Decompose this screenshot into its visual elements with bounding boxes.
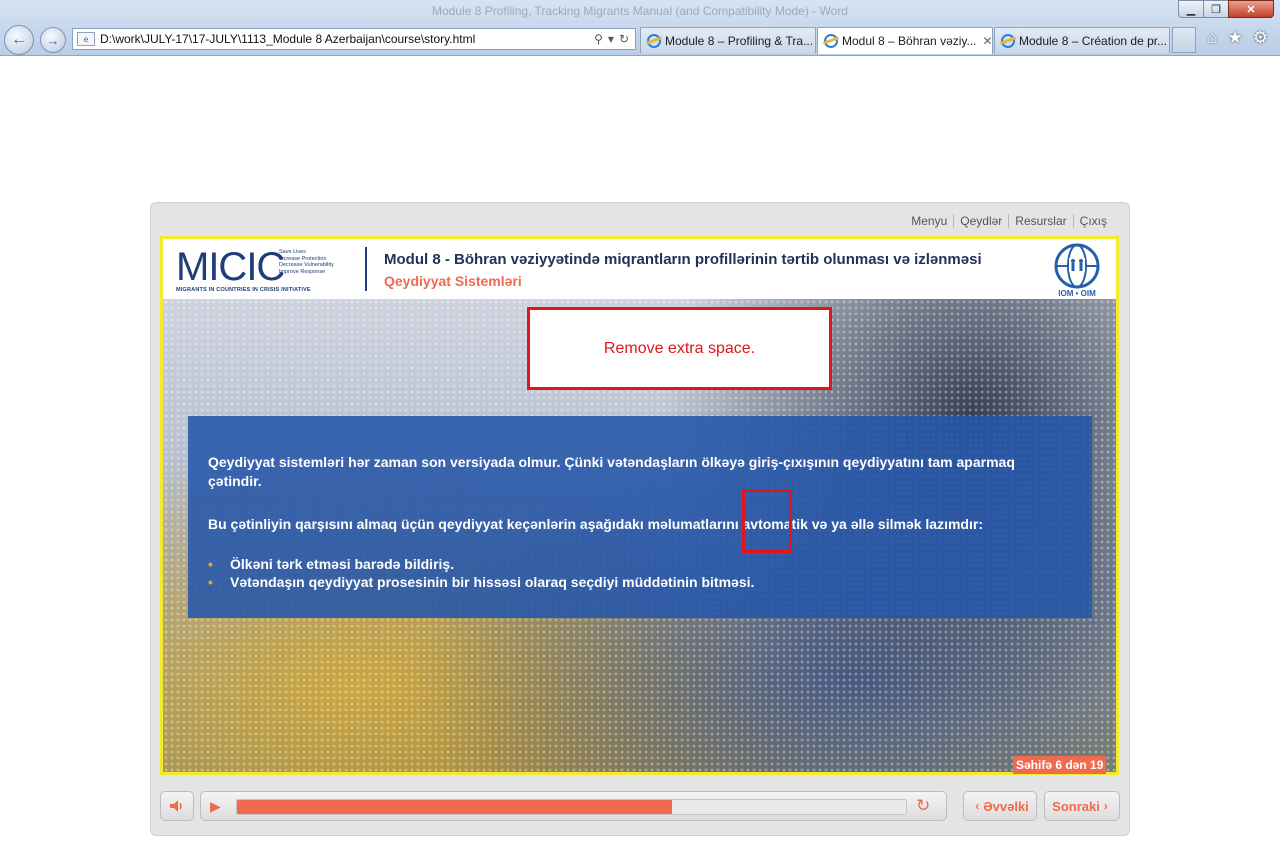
chevron-right-icon: › xyxy=(1103,799,1108,813)
close-button[interactable]: ✕ xyxy=(1228,0,1274,18)
play-button[interactable]: ▶ xyxy=(210,798,221,815)
micic-logo: MICIC Save Lives Increase Protection Dec… xyxy=(176,246,344,294)
slide-header: MICIC Save Lives Increase Protection Dec… xyxy=(163,239,1116,299)
title-bar: Module 8 Profiling, Tracking Migrants Ma… xyxy=(0,0,1280,22)
next-button[interactable]: Sonraki › xyxy=(1044,791,1120,821)
dropdown-icon[interactable]: ▾ xyxy=(608,32,614,46)
menu-item-cixis[interactable]: Çıxış xyxy=(1072,214,1113,228)
tab-close-icon[interactable]: ✕ xyxy=(983,34,992,48)
ie-icon xyxy=(647,33,661,48)
window-controls: ▁ ❐ ✕ xyxy=(1178,0,1274,18)
next-label: Sonraki xyxy=(1052,798,1100,814)
browser-tools: ⌂ ★ ⚙ xyxy=(1207,28,1268,48)
progress-track[interactable] xyxy=(236,799,907,815)
navigation-bar: ← → e D:\work\JULY-17\17-JULY\1113_Modul… xyxy=(0,24,1280,55)
bullet-icon: • xyxy=(208,574,213,590)
back-button[interactable]: ← xyxy=(4,25,34,55)
ie-icon xyxy=(824,34,838,48)
tab-creation[interactable]: Module 8 – Création de pr... xyxy=(994,27,1170,53)
micic-tagline: Save Lives Increase Protection Decrease … xyxy=(279,249,334,275)
address-tools: ⚲ ▾ ↻ xyxy=(594,32,629,46)
tab-label: Module 8 – Création de pr... xyxy=(1019,33,1168,48)
restore-button[interactable]: ❐ xyxy=(1203,0,1229,18)
review-comment-text: Remove extra space. xyxy=(603,339,756,357)
micic-subtitle: MIGRANTS IN COUNTRIES IN CRISIS INITIATI… xyxy=(176,287,311,293)
header-divider xyxy=(365,247,367,291)
paragraph-1: Qeydiyyat sistemləri hər zaman son versi… xyxy=(208,454,1015,489)
window-title: Module 8 Profiling, Tracking Migrants Ma… xyxy=(432,4,848,18)
forward-button[interactable]: → xyxy=(40,27,66,53)
review-highlight-marker xyxy=(742,489,792,553)
paragraph-2: Bu çətinliyin qarşısını almaq üçün qeydi… xyxy=(208,516,983,532)
module-subtitle: Qeydiyyat Sistemləri xyxy=(384,273,522,289)
favorites-star-icon[interactable]: ★ xyxy=(1228,28,1243,48)
address-bar[interactable]: e D:\work\JULY-17\17-JULY\1113_Module 8 … xyxy=(72,28,636,50)
menu-item-menyu[interactable]: Menyu xyxy=(905,214,953,228)
browser-chrome: Module 8 Profiling, Tracking Migrants Ma… xyxy=(0,0,1280,56)
iom-globe-icon xyxy=(1054,243,1100,289)
page-icon: e xyxy=(77,32,95,46)
player-menu: Menyu Qeydlər Resurslar Çıxış xyxy=(905,214,1113,228)
progress-fill xyxy=(237,800,672,814)
chevron-left-icon: ‹ xyxy=(975,799,980,813)
replay-icon[interactable]: ↻ xyxy=(916,796,930,816)
menu-item-resurslar[interactable]: Resurslar xyxy=(1008,214,1072,228)
iom-label: IOM • OIM xyxy=(1058,289,1096,298)
refresh-icon[interactable]: ↻ xyxy=(619,32,629,46)
content-panel: Qeydiyyat sistemləri hər zaman son versi… xyxy=(188,416,1092,618)
previous-button[interactable]: ‹ Əvvəlki xyxy=(963,791,1037,821)
seekbar-container: ▶ ↻ xyxy=(200,791,947,821)
iom-logo: IOM • OIM xyxy=(1049,243,1105,299)
page-counter: Səhifə 6 dən 19 xyxy=(1013,756,1107,774)
menu-item-qeydler[interactable]: Qeydlər xyxy=(953,214,1008,228)
bullet-text: Ölkəni tərk etməsi barədə bildiriş. xyxy=(230,556,455,572)
volume-button[interactable] xyxy=(160,791,194,821)
bullet-list: • Ölkəni tərk etməsi barədə bildiriş. • … xyxy=(208,555,754,591)
list-item: • Ölkəni tərk etməsi barədə bildiriş. xyxy=(208,555,754,573)
tab-profiling[interactable]: Module 8 – Profiling & Tra... xyxy=(640,27,816,53)
tab-label: Module 8 – Profiling & Tra... xyxy=(665,33,814,48)
tab-bohran[interactable]: Modul 8 – Böhran vəziy... ✕ xyxy=(817,27,993,54)
micic-logo-word: MICIC xyxy=(176,245,285,289)
bullet-text: Vətəndaşın qeydiyyat prosesinin bir hiss… xyxy=(230,574,755,590)
ie-icon xyxy=(1001,33,1015,48)
tab-label: Modul 8 – Böhran vəziy... xyxy=(842,34,977,48)
bullet-icon: • xyxy=(208,556,213,572)
micic-tagline-line: Decrease Vulnerability xyxy=(279,262,334,268)
search-icon[interactable]: ⚲ xyxy=(594,32,603,46)
speaker-icon xyxy=(170,800,182,812)
module-title: Modul 8 - Böhran vəziyyətində miqrantlar… xyxy=(384,251,982,268)
previous-label: Əvvəlki xyxy=(983,798,1029,814)
new-tab-button[interactable] xyxy=(1172,27,1196,53)
home-icon[interactable]: ⌂ xyxy=(1207,28,1217,48)
list-item: • Vətəndaşın qeydiyyat prosesinin bir hi… xyxy=(208,573,754,591)
address-text[interactable]: D:\work\JULY-17\17-JULY\1113_Module 8 Az… xyxy=(100,32,594,46)
micic-tagline-line: Improve Response xyxy=(279,268,326,275)
review-comment-box: Remove extra space. xyxy=(527,307,832,390)
gear-icon[interactable]: ⚙ xyxy=(1253,28,1268,48)
minimize-button[interactable]: ▁ xyxy=(1178,0,1204,18)
